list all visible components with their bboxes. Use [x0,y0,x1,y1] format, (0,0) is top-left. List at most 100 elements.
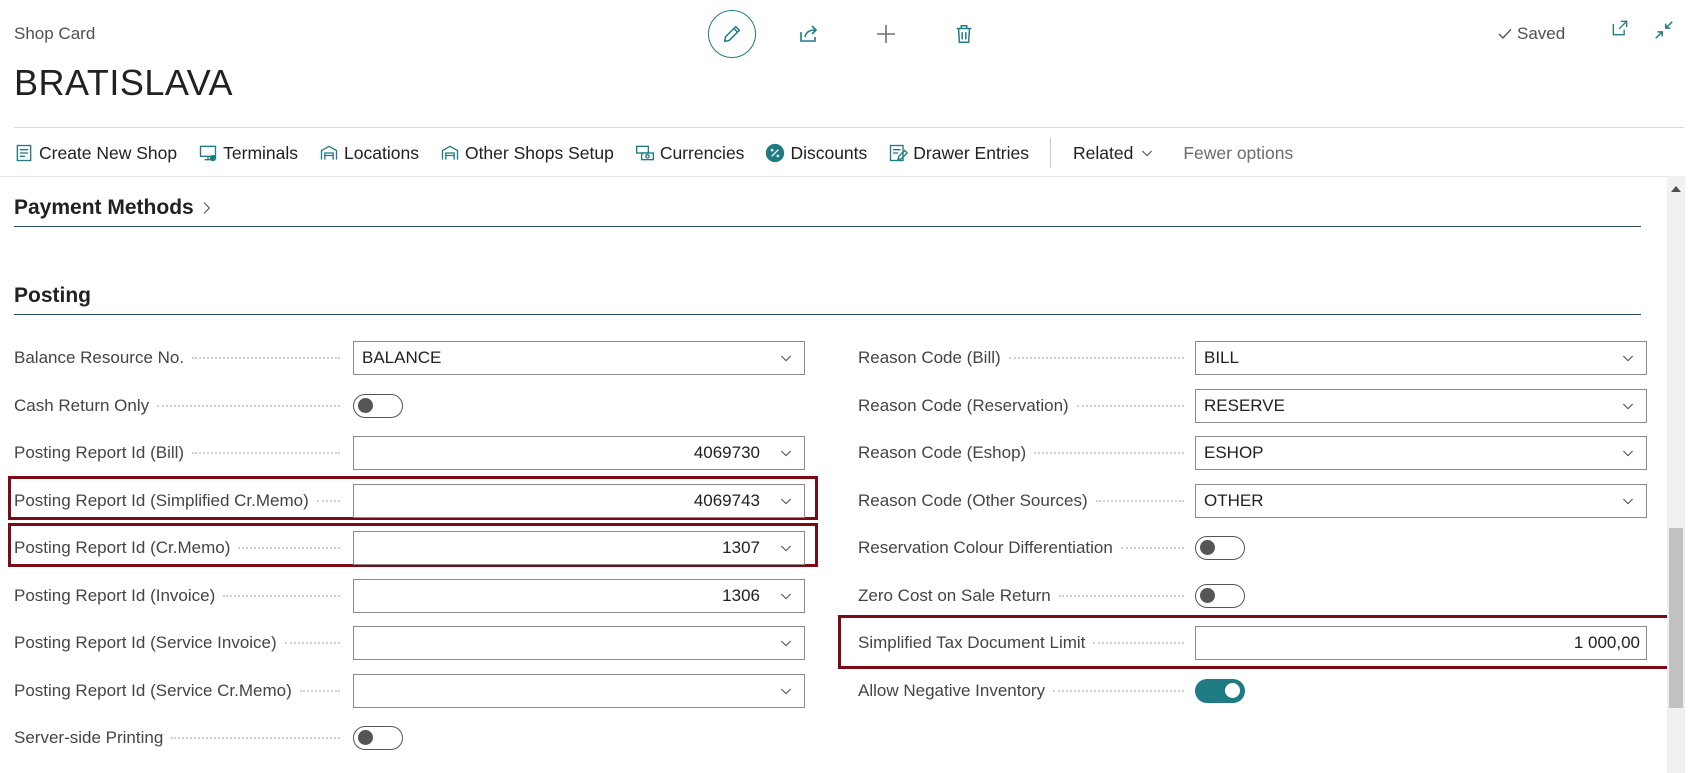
dropdown-toggle[interactable] [768,683,804,699]
reason-code-eshop-select[interactable]: ESHOP [1195,436,1647,470]
label-leader-dots [284,642,340,644]
payment-methods-section-header[interactable]: Payment Methods [14,196,214,220]
balance-resource-no-label: Balance Resource No. [14,341,346,375]
simplified-tax-document-limit-input[interactable]: 1 000,00 [1195,626,1647,660]
field-value: 1 000,00 [1573,633,1640,652]
action-label: Terminals [223,142,299,163]
balance-resource-no-select[interactable]: BALANCE [353,341,805,375]
locations-action[interactable]: Locations [319,143,419,164]
terminals-action[interactable]: Terminals [198,143,298,164]
open-new-window-button[interactable] [1602,10,1638,46]
create-new-shop-action[interactable]: Create New Shop [14,143,177,164]
dropdown-toggle[interactable] [1610,398,1646,414]
reason-code-other-sources-select[interactable]: OTHER [1195,484,1647,518]
label-leader-dots [1053,690,1184,692]
chevron-down-icon [780,545,792,552]
related-label: Related [1073,142,1134,163]
toggle-knob [358,398,373,413]
plus-icon [877,25,895,43]
dropdown-toggle[interactable] [768,588,804,604]
page-title: BRATISLAVA [14,62,234,103]
label-leader-dots [299,690,340,692]
field-value: OTHER [1204,491,1264,510]
posting-report-id-bill-select[interactable]: 4069730 [353,436,805,470]
saved-label: Saved [1517,24,1566,43]
delete-button[interactable] [940,10,988,58]
field-label-text: Zero Cost on Sale Return [858,586,1051,605]
chevron-down-icon [1622,450,1634,457]
scrollbar-thumb[interactable] [1669,528,1683,708]
field-label-text: Simplified Tax Document Limit [858,633,1086,652]
action-label: Other Shops Setup [464,142,614,163]
posting-report-id-service-cr-memo-select[interactable] [353,674,805,708]
collapse-button[interactable] [1646,12,1682,48]
fewer-options-button[interactable]: Fewer options [1183,143,1293,164]
other-shops-setup-action[interactable]: Other Shops Setup [440,143,614,164]
dropdown-toggle[interactable] [1610,350,1646,366]
section-title: Payment Methods [14,196,194,219]
currencies-action[interactable]: Currencies [635,143,744,164]
discounts-action[interactable]: Discounts [765,143,867,164]
posting-report-id-cr-memo-label: Posting Report Id (Cr.Memo) [14,531,346,565]
reason-code-bill-select[interactable]: BILL [1195,341,1647,375]
label-leader-dots [1008,357,1184,359]
posting-section-header: Posting [14,284,91,307]
field-value: 4069743 [693,491,760,510]
posting-report-id-service-invoice-select[interactable] [353,626,805,660]
reservation-colour-differentiation-label: Reservation Colour Differentiation [858,531,1190,565]
toggle-knob [1200,588,1215,603]
dropdown-toggle[interactable] [1610,493,1646,509]
dropdown-toggle[interactable] [768,350,804,366]
allow-negative-inventory-label: Allow Negative Inventory [858,674,1190,708]
label-leader-dots [1093,642,1184,644]
share-button[interactable] [785,10,833,58]
allow-negative-inventory-toggle[interactable] [1195,679,1245,703]
posting-report-id-cr-memo-select[interactable]: 1307 [353,531,805,565]
posting-report-id-simplified-cr-memo-select[interactable]: 4069743 [353,484,805,518]
currency-icon [635,145,654,161]
field-label-text: Posting Report Id (Simplified Cr.Memo) [14,491,309,510]
label-leader-dots [1095,500,1184,502]
field-label-text: Cash Return Only [14,396,150,415]
dropdown-toggle[interactable] [768,635,804,651]
section-divider [14,314,1641,315]
header-divider [14,127,1684,128]
label-leader-dots [192,357,340,359]
cash-return-only-toggle[interactable] [353,394,403,418]
action-bar-divider [0,176,1686,177]
posting-report-id-simplified-cr-memo-label: Posting Report Id (Simplified Cr.Memo) [14,484,346,518]
toggle-knob [1200,540,1215,555]
reason-code-reservation-select[interactable]: RESERVE [1195,389,1647,423]
field-value: 1307 [722,538,760,557]
dropdown-toggle[interactable] [768,493,804,509]
new-button[interactable] [862,10,910,58]
new-document-icon [16,144,32,162]
dropdown-toggle[interactable] [768,445,804,461]
breadcrumb: Shop Card [14,24,96,43]
chevron-down-icon [780,640,792,647]
server-side-printing-toggle[interactable] [353,726,403,750]
dropdown-toggle[interactable] [768,540,804,556]
section-divider [14,226,1641,227]
drawer-entries-action[interactable]: Drawer Entries [888,143,1029,164]
related-menu[interactable]: Related [1073,143,1155,164]
scroll-up-arrow[interactable] [1670,181,1682,199]
edit-list-icon [890,144,909,162]
reservation-colour-differentiation-toggle[interactable] [1195,536,1245,560]
action-bar: Create New Shop Terminals Locations Othe… [14,136,1293,170]
field-label-text: Posting Report Id (Service Cr.Memo) [14,681,292,700]
dropdown-toggle[interactable] [1610,445,1646,461]
field-label-text: Reason Code (Eshop) [858,443,1027,462]
label-leader-dots [1058,595,1184,597]
field-label-text: Posting Report Id (Bill) [14,443,185,462]
field-label-text: Reason Code (Reservation) [858,396,1069,415]
field-label-text: Server-side Printing [14,728,164,747]
arrow-up-icon [1671,186,1681,192]
field-label-text: Balance Resource No. [14,348,185,367]
zero-cost-on-sale-return-toggle[interactable] [1195,584,1245,608]
action-label: Locations [344,142,419,163]
posting-report-id-invoice-select[interactable]: 1306 [353,579,805,613]
warehouse-icon [320,145,338,160]
edit-button[interactable] [708,10,756,58]
delete-icon [956,25,972,43]
